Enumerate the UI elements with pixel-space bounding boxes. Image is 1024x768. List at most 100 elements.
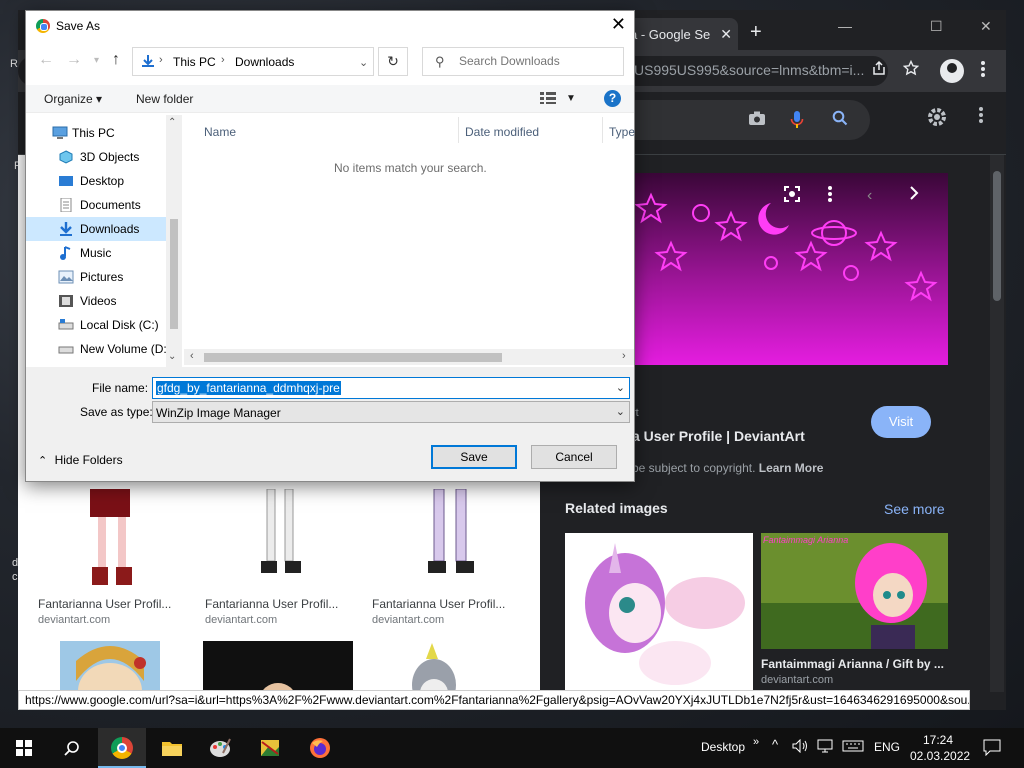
image-result-card[interactable]: Fantarianna User Profil... deviantart.co… bbox=[38, 489, 186, 626]
cancel-button[interactable]: Cancel bbox=[531, 445, 617, 469]
taskbar-image-app[interactable] bbox=[246, 728, 294, 768]
tab-close-icon[interactable]: ✕ bbox=[720, 26, 732, 43]
scroll-up-icon[interactable]: ⌃ bbox=[168, 117, 176, 128]
scrollbar-thumb[interactable] bbox=[170, 219, 178, 329]
related-image-card[interactable]: Fantaimmagi Arianna Fantaimmagi Arianna … bbox=[761, 533, 948, 686]
breadcrumb-downloads[interactable]: Downloads bbox=[235, 55, 294, 69]
search-button[interactable] bbox=[48, 728, 96, 768]
previous-icon[interactable]: ‹ bbox=[867, 187, 872, 205]
file-name-dropdown-icon[interactable]: ⌄ bbox=[616, 381, 625, 394]
microphone-icon[interactable] bbox=[790, 110, 804, 135]
breadcrumb-chevron-icon[interactable]: › bbox=[221, 54, 225, 66]
image-result-card[interactable] bbox=[203, 641, 353, 692]
result-thumbnail[interactable] bbox=[372, 488, 520, 589]
system-clock[interactable]: 17:24 02.03.2022 bbox=[910, 732, 970, 764]
result-thumbnail[interactable] bbox=[374, 641, 494, 692]
more-options-icon[interactable] bbox=[827, 185, 833, 208]
related-thumbnail[interactable] bbox=[565, 533, 753, 692]
up-arrow-icon[interactable]: ↑ bbox=[112, 51, 120, 69]
nav-item-this-pc[interactable]: This PC bbox=[26, 121, 166, 145]
image-result-card[interactable] bbox=[374, 641, 522, 692]
scroll-down-icon[interactable]: ⌄ bbox=[168, 351, 176, 362]
column-divider[interactable] bbox=[602, 117, 603, 143]
result-thumbnail[interactable] bbox=[38, 489, 186, 589]
scroll-right-icon[interactable]: › bbox=[622, 350, 626, 362]
scrollbar-thumb[interactable] bbox=[993, 171, 1001, 301]
result-thumbnail[interactable] bbox=[203, 641, 353, 692]
preview-title[interactable]: a User Profile | DeviantArt bbox=[632, 428, 805, 444]
window-close-button[interactable]: ✕ bbox=[980, 18, 992, 35]
related-thumbnail[interactable]: Fantaimmagi Arianna bbox=[761, 533, 948, 649]
toolbar-overflow-chevron-icon[interactable]: » bbox=[753, 736, 759, 748]
column-header-date-modified[interactable]: Date modified bbox=[465, 125, 539, 139]
nav-item-desktop[interactable]: Desktop bbox=[26, 169, 166, 193]
keyboard-icon[interactable] bbox=[842, 740, 864, 755]
star-icon[interactable] bbox=[902, 59, 920, 81]
hide-folders-toggle[interactable]: ⌃ Hide Folders bbox=[38, 453, 123, 467]
notifications-icon[interactable] bbox=[983, 738, 1001, 759]
kebab-menu-icon[interactable] bbox=[980, 60, 986, 83]
page-scrollbar[interactable] bbox=[990, 155, 1004, 692]
settings-gear-icon[interactable] bbox=[926, 106, 948, 134]
view-options-icon[interactable] bbox=[540, 92, 558, 107]
file-list-horizontal-scrollbar[interactable]: ‹ › bbox=[184, 349, 634, 365]
save-as-type-dropdown-icon[interactable]: ⌄ bbox=[616, 405, 625, 418]
start-button[interactable] bbox=[0, 728, 48, 768]
nav-item-music[interactable]: Music bbox=[26, 241, 166, 265]
column-header-name[interactable]: Name bbox=[204, 125, 236, 139]
file-name-value[interactable]: gfdg_by_fantarianna_ddmhqxj-pre bbox=[156, 381, 341, 395]
column-divider[interactable] bbox=[458, 117, 459, 143]
browser-tab[interactable]: a - Google Se ✕ bbox=[618, 18, 738, 50]
profile-avatar[interactable] bbox=[940, 59, 964, 83]
image-result-card[interactable] bbox=[60, 641, 208, 692]
image-result-card[interactable]: Fantarianna User Profil... deviantart.co… bbox=[205, 488, 353, 626]
breadcrumb-this-pc[interactable]: This PC bbox=[173, 55, 216, 69]
address-dropdown-icon[interactable]: ⌄ bbox=[359, 56, 368, 69]
share-icon[interactable] bbox=[871, 60, 887, 81]
volume-icon[interactable] bbox=[792, 738, 808, 756]
back-arrow-icon[interactable]: ← bbox=[38, 51, 54, 69]
desktop-icon-label[interactable]: R bbox=[10, 58, 18, 70]
nav-item-local-disk[interactable]: Local Disk (C:) bbox=[26, 313, 166, 337]
desktop-icon-label[interactable]: c bbox=[12, 571, 18, 583]
taskbar-paint[interactable] bbox=[196, 728, 244, 768]
next-icon[interactable] bbox=[909, 185, 919, 206]
dialog-close-button[interactable]: ✕ bbox=[611, 14, 626, 35]
see-more-link[interactable]: See more bbox=[884, 501, 945, 517]
forward-arrow-icon[interactable]: → bbox=[66, 51, 82, 69]
result-title[interactable]: Fantarianna User Profil... bbox=[205, 597, 353, 611]
result-thumbnail[interactable] bbox=[60, 641, 160, 692]
nav-item-3d-objects[interactable]: 3D Objects bbox=[26, 145, 166, 169]
organize-menu[interactable]: Organize ▾ bbox=[44, 92, 102, 106]
taskbar-chrome[interactable] bbox=[98, 728, 146, 768]
visit-button[interactable]: Visit bbox=[871, 406, 931, 438]
google-apps-icon[interactable] bbox=[978, 106, 988, 130]
scrollbar-thumb[interactable] bbox=[204, 353, 502, 362]
maximize-button[interactable]: ☐ bbox=[930, 18, 943, 35]
column-header-type[interactable]: Type bbox=[609, 125, 635, 139]
result-thumbnail[interactable] bbox=[205, 488, 353, 589]
nav-item-pictures[interactable]: Pictures bbox=[26, 265, 166, 289]
result-title[interactable]: Fantarianna User Profil... bbox=[372, 597, 520, 611]
desktop-toolbar-label[interactable]: Desktop bbox=[701, 740, 745, 754]
image-result-card[interactable]: Fantarianna User Profil... deviantart.co… bbox=[372, 488, 520, 626]
input-language[interactable]: ENG bbox=[874, 740, 900, 754]
learn-more-link[interactable]: Learn More bbox=[759, 461, 824, 475]
result-title[interactable]: Fantarianna User Profil... bbox=[38, 597, 186, 611]
new-folder-button[interactable]: New folder bbox=[136, 92, 193, 106]
refresh-button[interactable]: ↻ bbox=[378, 47, 408, 76]
preview-image[interactable]: ‹ bbox=[631, 173, 948, 365]
help-button[interactable]: ? bbox=[604, 90, 621, 107]
nav-item-documents[interactable]: Documents bbox=[26, 193, 166, 217]
camera-icon[interactable] bbox=[748, 110, 766, 131]
new-tab-button[interactable]: + bbox=[750, 22, 762, 42]
nav-pane-scrollbar[interactable]: ⌃ ⌄ bbox=[166, 115, 182, 367]
address-breadcrumb[interactable]: › This PC › Downloads ⌄ bbox=[132, 47, 374, 76]
save-button[interactable]: Save bbox=[431, 445, 517, 469]
related-image-card[interactable] bbox=[565, 533, 753, 692]
search-icon[interactable] bbox=[832, 110, 848, 131]
taskbar-firefox[interactable] bbox=[296, 728, 344, 768]
minimize-button[interactable]: — bbox=[838, 18, 852, 34]
recent-locations-chevron-icon[interactable]: ▾ bbox=[94, 55, 99, 66]
nav-item-videos[interactable]: Videos bbox=[26, 289, 166, 313]
